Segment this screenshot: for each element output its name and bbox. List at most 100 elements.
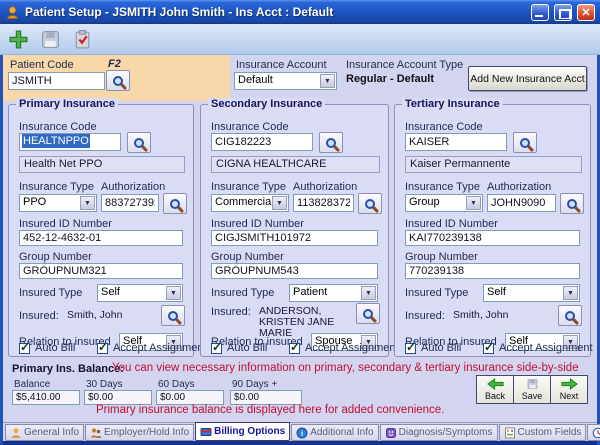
insured-lookup-button[interactable] [161,305,185,326]
accept-assignment-checkbox[interactable]: Accept Assignment [289,342,399,354]
patient-code-input[interactable] [8,72,105,90]
tab-general-info[interactable]: General Info [5,424,84,441]
auto-bill-checkbox[interactable]: Auto Bill [211,342,267,354]
add-icon [8,29,29,50]
insured-id-input[interactable] [19,230,183,246]
group-number-input[interactable] [405,263,580,279]
search-icon [520,138,530,148]
bottom-tab-bar: General Info Employer/Hold Info Billing … [3,422,597,441]
chevron-down-icon [80,196,95,210]
balance-col-header: Balance [14,379,50,390]
billing-options-icon [200,426,212,438]
insured-lookup-button[interactable] [356,303,380,324]
search-icon [565,311,575,321]
search-icon [134,138,144,148]
insured-type-label: Insured Type [211,287,274,299]
search-icon [326,138,336,148]
tab-diagnosis-symptoms[interactable]: Diagnosis/Symptoms [380,424,498,441]
auto-bill-checkbox[interactable]: Auto Bill [19,342,75,354]
custom-fields-icon [504,427,516,439]
accept-assignment-checkbox[interactable]: Accept Assignment [483,342,593,354]
group-number-input[interactable] [211,263,378,279]
authorization-lookup-button[interactable] [163,193,187,214]
save-icon [526,378,539,390]
chevron-down-icon [272,196,287,210]
authorization-label: Authorization [487,181,551,193]
panel-title: Primary Insurance [16,98,118,110]
tab-billing-options[interactable]: Billing Options [195,422,290,441]
tab-additional-info[interactable]: i Additional Info [291,424,378,441]
balance-value: $5,410.00 [12,390,80,405]
insurance-account-type-label: Insurance Account Type [346,59,463,71]
insurance-name-field: Kaiser Permannente [405,156,582,173]
insured-label: Insured: [405,310,445,322]
next-arrow-icon [561,378,578,390]
checkbox-checked-icon [483,343,494,354]
accept-assignment-checkbox[interactable]: Accept Assignment [97,342,207,354]
insured-lookup-button[interactable] [558,305,582,326]
insured-id-label: Insured ID Number [405,218,498,230]
insurance-type-select[interactable]: Group [405,194,483,212]
close-button[interactable] [577,4,595,21]
toolbar [0,24,600,55]
svg-text:i: i [301,428,303,437]
annotation-bottom: Primary insurance balance is displayed h… [96,404,444,416]
search-icon [168,311,178,321]
search-icon [365,199,375,209]
authorization-lookup-button[interactable] [560,193,584,214]
search-icon [170,199,180,209]
insurance-type-select[interactable]: PPO [19,194,97,212]
tab-custom-fields[interactable]: Custom Fields [499,424,587,441]
insurance-name-field: Health Net PPO [19,156,185,173]
balance-90days-value: $0.00 [230,390,302,405]
insurance-code-label: Insurance Code [19,121,97,133]
verify-button[interactable] [68,26,96,52]
save-icon [40,29,61,50]
insured-id-input[interactable] [405,230,580,246]
insured-type-select[interactable]: Self [97,284,183,302]
general-info-icon [10,427,22,439]
save-button[interactable]: Save [513,375,551,404]
insurance-code-lookup-button[interactable] [513,132,537,153]
insurance-code-input[interactable] [405,133,507,151]
insurance-type-select[interactable]: Commercial [211,194,289,212]
next-button[interactable]: Next [550,375,588,404]
insurance-code-input[interactable] [211,133,313,151]
insurance-code-label: Insurance Code [405,121,483,133]
insured-name: Smith, John [453,310,554,321]
verify-clipboard-icon [72,29,93,50]
maximize-button[interactable] [554,4,572,21]
tertiary-insurance-panel: Tertiary Insurance Insurance Code Kaiser… [394,104,591,357]
patient-lookup-button[interactable] [106,70,130,91]
chevron-down-icon [320,74,335,88]
insurance-code-lookup-button[interactable] [319,132,343,153]
insurance-code-lookup-button[interactable] [127,132,151,153]
auto-bill-checkbox[interactable]: Auto Bill [405,342,461,354]
employer-icon [90,427,102,439]
back-button[interactable]: Back [476,375,514,404]
group-number-label: Group Number [211,251,284,263]
authorization-input[interactable] [293,194,354,212]
insured-type-label: Insured Type [19,287,82,299]
chevron-down-icon [466,196,481,210]
authorization-lookup-button[interactable] [358,193,382,214]
authorization-input[interactable] [101,194,159,212]
insured-type-select[interactable]: Patient [289,284,378,302]
group-number-input[interactable] [19,263,183,279]
tab-appointments[interactable]: Appointments [587,424,600,441]
authorization-input[interactable] [487,194,556,212]
insured-type-select[interactable]: Self [483,284,580,302]
insured-id-input[interactable] [211,230,378,246]
minimize-button[interactable] [531,4,549,21]
tab-employer-hold-info[interactable]: Employer/Hold Info [85,424,194,441]
insurance-account-select[interactable]: Default [234,72,337,90]
add-button[interactable] [4,26,32,52]
balance-60days-value: $0.00 [156,390,224,405]
save-toolbar-button[interactable] [36,26,64,52]
add-new-insurance-acct-button[interactable]: Add New Insurance Acct [468,66,587,91]
checkbox-checked-icon [19,343,30,354]
insurance-code-input[interactable]: HEALTNPPO [19,133,121,151]
insured-label: Insured: [19,310,59,322]
chevron-down-icon [361,286,376,300]
authorization-label: Authorization [293,181,357,193]
